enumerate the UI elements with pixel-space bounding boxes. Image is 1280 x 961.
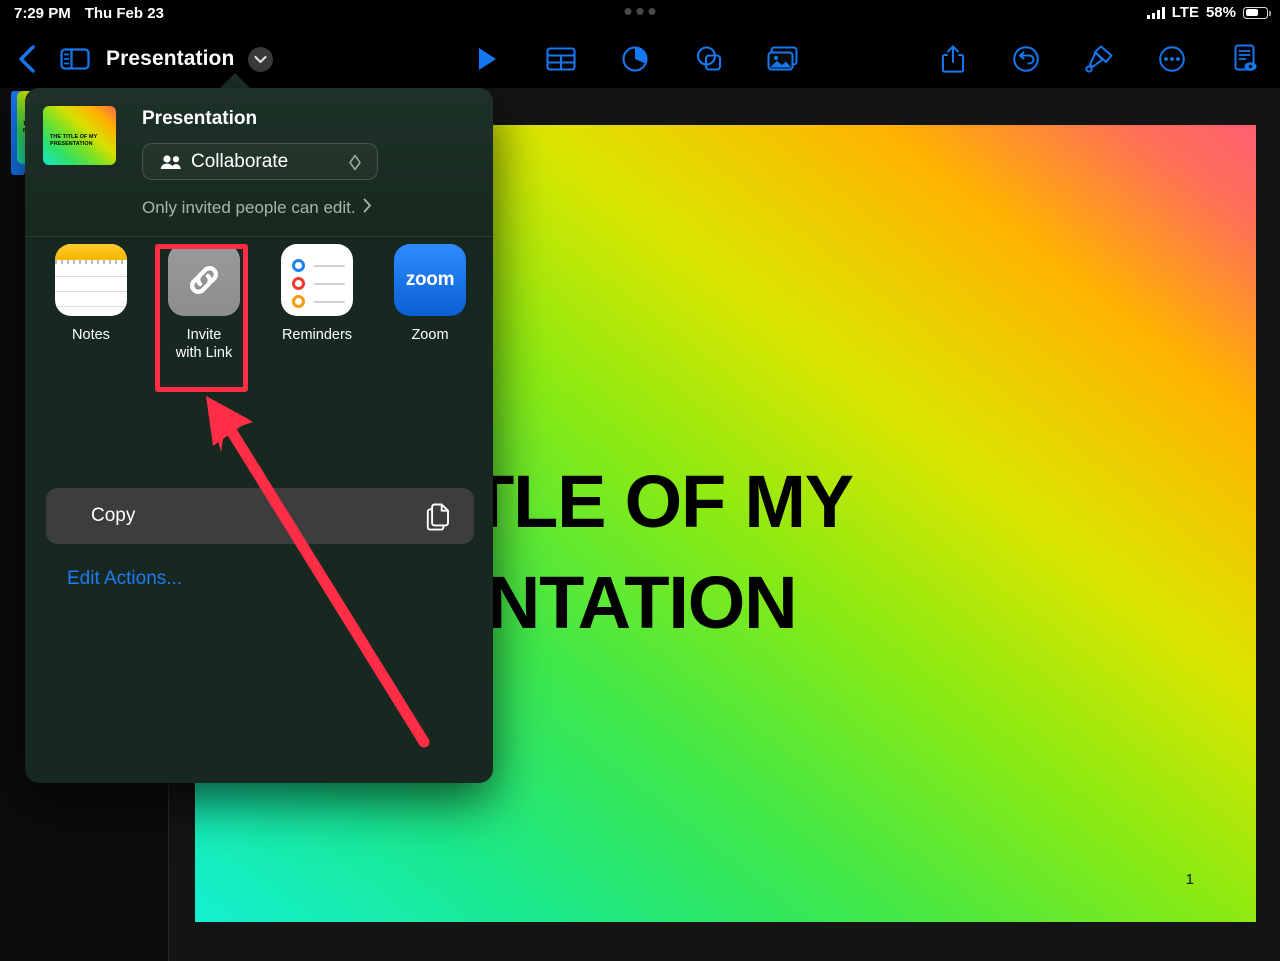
reminders-app-icon: [281, 244, 353, 316]
permission-text: Only invited people can edit.: [142, 198, 356, 217]
copy-icon: [425, 502, 452, 536]
share-app-label: Notes: [72, 327, 110, 343]
share-app-label-line1: Invite: [186, 327, 222, 343]
multitask-dots-icon[interactable]: [624, 8, 656, 15]
copy-label: Copy: [91, 505, 136, 526]
share-app-label: Zoom: [411, 327, 449, 343]
pie-chart-icon[interactable]: [618, 42, 652, 76]
collaborate-label: Collaborate: [191, 150, 289, 172]
status-date: Thu Feb 23: [84, 5, 164, 22]
slide-number-label: 1: [1185, 871, 1194, 888]
zoom-app-icon: zoom: [394, 244, 466, 316]
header-divider: [25, 236, 493, 237]
paintbrush-icon[interactable]: [1082, 42, 1116, 76]
media-icon[interactable]: [766, 42, 800, 76]
status-bar-left: 7:29 PM Thu Feb 23: [14, 5, 164, 22]
collaborate-picker[interactable]: Collaborate: [142, 143, 378, 180]
zoom-wordmark: zoom: [405, 269, 455, 290]
back-button[interactable]: [10, 42, 44, 76]
chevron-up-down-icon: [347, 153, 363, 177]
ipad-keynote-screen: 7:29 PM Thu Feb 23 LTE 58% Presentation …: [0, 0, 1280, 961]
status-time: 7:29 PM: [14, 5, 71, 22]
share-app-invite-with-link[interactable]: Invite with Link: [156, 244, 252, 384]
toolbar-right-group: [936, 30, 1262, 88]
status-network: LTE: [1171, 4, 1199, 21]
toolbar-insert-group: [470, 30, 800, 88]
status-bar-right: LTE 58%: [1146, 4, 1271, 21]
link-icon: [168, 244, 240, 316]
share-app-label: Invite with Link: [176, 327, 232, 362]
chevron-right-icon: [363, 198, 372, 218]
share-app-notes[interactable]: Notes: [43, 244, 139, 384]
share-app-label: Reminders: [281, 327, 353, 343]
share-doc-title: Presentation: [142, 108, 258, 129]
sidebar-toggle-icon[interactable]: [58, 42, 92, 76]
app-toolbar: Presentation: [0, 30, 1280, 88]
undo-icon[interactable]: [1009, 42, 1043, 76]
two-people-icon: [159, 154, 182, 170]
share-doc-thumbnail: THE TITLE OF MY PRESENTATION: [43, 106, 116, 165]
status-bar: 7:29 PM Thu Feb 23 LTE 58%: [0, 0, 1280, 30]
ellipsis-circle-icon[interactable]: [1155, 42, 1189, 76]
play-icon[interactable]: [470, 42, 504, 76]
edit-actions-button[interactable]: Edit Actions...: [67, 568, 182, 590]
copy-action-row[interactable]: Copy: [46, 488, 474, 544]
share-sheet-popover: THE TITLE OF MY PRESENTATION Presentatio…: [25, 88, 493, 783]
share-thumbnail-title: THE TITLE OF MY PRESENTATION: [50, 134, 98, 148]
chevron-down-icon[interactable]: [248, 46, 274, 72]
document-view-icon[interactable]: [1228, 42, 1262, 76]
share-app-row[interactable]: Notes Invite with Link Reminders zoom Zo…: [25, 244, 493, 384]
share-sheet-header: THE TITLE OF MY PRESENTATION Presentatio…: [25, 88, 493, 236]
share-app-zoom[interactable]: zoom Zoom: [382, 244, 478, 384]
share-app-reminders[interactable]: Reminders: [269, 244, 365, 384]
permission-status[interactable]: Only invited people can edit.: [142, 198, 372, 218]
page-title[interactable]: Presentation: [106, 47, 234, 71]
table-icon[interactable]: [544, 42, 578, 76]
cellular-bars-icon: [1146, 6, 1165, 19]
battery-icon: [1243, 6, 1271, 19]
share-icon[interactable]: [936, 42, 970, 76]
status-battery-pct: 58%: [1205, 4, 1236, 21]
notes-app-icon: [55, 244, 127, 316]
share-app-label-line2: with Link: [175, 344, 233, 361]
shapes-icon[interactable]: [692, 42, 726, 76]
